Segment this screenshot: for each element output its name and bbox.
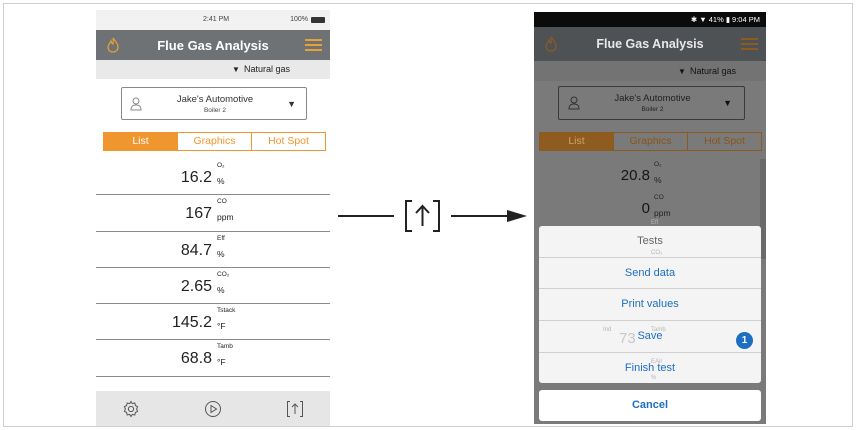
hamburger-menu-icon[interactable] bbox=[305, 39, 322, 52]
reading-row: 16.2 O₂ % bbox=[96, 159, 330, 196]
share-icon[interactable] bbox=[286, 400, 304, 418]
tab-graphics[interactable]: Graphics bbox=[613, 133, 687, 150]
gear-icon[interactable] bbox=[122, 400, 140, 418]
page-title: Flue Gas Analysis bbox=[596, 37, 704, 51]
ghost-label: % bbox=[651, 375, 657, 381]
reading-unit: ppm bbox=[654, 208, 671, 218]
sheet-title: Tests bbox=[637, 235, 663, 247]
view-tabs: List Graphics Hot Spot bbox=[103, 132, 326, 151]
customer-dropdown[interactable]: Jake's Automotive Boiler 2 ▼ bbox=[121, 87, 307, 120]
reading-param: CO₂ bbox=[217, 270, 230, 278]
reading-row: 2.65 CO₂ % bbox=[96, 268, 330, 305]
reading-unit: % bbox=[217, 248, 225, 259]
tab-list[interactable]: List bbox=[104, 133, 177, 150]
view-tabs: List Graphics Hot Spot bbox=[539, 132, 762, 151]
tests-action-sheet: Tests Send data Print values 73 Save 1 F… bbox=[539, 220, 761, 383]
triangle-down-icon: ▼ bbox=[678, 67, 686, 76]
ghost-label: Eff bbox=[651, 220, 659, 226]
triangle-down-icon: ▼ bbox=[232, 65, 240, 74]
arrow-head-icon bbox=[507, 210, 527, 222]
page-title: Flue Gas Analysis bbox=[157, 38, 269, 53]
status-time: 2:41 PM bbox=[203, 16, 230, 23]
phone-after: ✱ ▼ 41% ▮ 9:04 PM Flue Gas Analysis ▼ Na… bbox=[534, 12, 766, 424]
tab-hot-spot[interactable]: Hot Spot bbox=[687, 133, 761, 150]
reading-value: 167 bbox=[185, 205, 212, 223]
ghost-label: Tamb bbox=[651, 327, 666, 333]
bottom-toolbar bbox=[96, 391, 330, 426]
customer-location: Boiler 2 bbox=[641, 106, 664, 113]
finish-test-button[interactable]: Finish test bbox=[539, 352, 761, 383]
reading-param: Tstack bbox=[217, 307, 236, 315]
reading-unit: ppm bbox=[217, 212, 234, 223]
status-battery: 100% bbox=[290, 16, 308, 23]
customer-location: Boiler 2 bbox=[203, 107, 227, 114]
reading-param: O₂ bbox=[654, 161, 662, 168]
arrow-line-right bbox=[451, 215, 509, 217]
reading-row: 167 CO ppm bbox=[96, 195, 330, 232]
reading-value: 84.7 bbox=[180, 241, 212, 259]
reading-row: 68.8 Tamb °F bbox=[96, 340, 330, 377]
play-icon[interactable] bbox=[204, 400, 222, 418]
save-button[interactable]: Save bbox=[539, 320, 761, 351]
step-badge: 1 bbox=[736, 332, 753, 349]
tab-graphics[interactable]: Graphics bbox=[177, 133, 251, 150]
reading-row: 20.8 O₂ % bbox=[534, 159, 760, 195]
cancel-button[interactable]: Cancel bbox=[539, 390, 761, 421]
reading-param: Eff bbox=[217, 234, 225, 242]
chevron-down-icon: ▼ bbox=[723, 98, 732, 108]
reading-unit: % bbox=[217, 284, 225, 295]
phone-before: 2:41 PM 100% Flue Gas Analysis ▼ Natural… bbox=[96, 10, 330, 426]
customer-dropdown[interactable]: Jake's Automotive Boiler 2 ▼ bbox=[558, 86, 745, 120]
status-bar: 2:41 PM 100% bbox=[96, 10, 330, 30]
ghost-label: EAir bbox=[651, 359, 663, 365]
reading-param: CO bbox=[654, 194, 664, 201]
reading-value: 68.8 bbox=[180, 350, 212, 368]
reading-value: 145.2 bbox=[171, 314, 212, 332]
chevron-down-icon: ▼ bbox=[287, 99, 296, 109]
status-bar: ✱ ▼ 41% ▮ 9:04 PM bbox=[534, 12, 766, 27]
reading-param: O₂ bbox=[217, 162, 225, 169]
app-header: Flue Gas Analysis bbox=[96, 30, 330, 60]
fuel-label: Natural gas bbox=[244, 64, 291, 74]
customer-name: Jake's Automotive bbox=[176, 94, 254, 105]
print-values-button[interactable]: Print values bbox=[539, 288, 761, 319]
send-data-button[interactable]: Send data bbox=[539, 257, 761, 288]
tab-hot-spot[interactable]: Hot Spot bbox=[251, 133, 325, 150]
share-icon bbox=[405, 200, 440, 232]
app-header: Flue Gas Analysis bbox=[534, 27, 766, 61]
reading-value: 20.8 bbox=[620, 167, 650, 184]
readings-list: 16.2 O₂ % 167 CO ppm 84.7 Eff % 2.65 CO₂… bbox=[96, 159, 330, 377]
reading-param: CO bbox=[217, 198, 227, 206]
fuel-selector[interactable]: ▼ Natural gas bbox=[534, 61, 766, 81]
arrow-line-left bbox=[338, 215, 394, 217]
customer-name: Jake's Automotive bbox=[614, 93, 691, 104]
fuel-selector[interactable]: ▼ Natural gas bbox=[96, 60, 330, 79]
reading-value: 16.2 bbox=[180, 169, 212, 186]
reading-param: Tamb bbox=[217, 343, 233, 351]
reading-unit: % bbox=[654, 175, 662, 185]
reading-value: 2.65 bbox=[180, 277, 212, 295]
reading-row: 84.7 Eff % bbox=[96, 232, 330, 268]
fuel-label: Natural gas bbox=[690, 66, 737, 76]
reading-unit: °F bbox=[217, 321, 226, 332]
ghost-label: CO₂ bbox=[651, 250, 663, 256]
reading-row: 0 CO ppm bbox=[534, 192, 760, 228]
reading-value: 0 bbox=[641, 200, 650, 217]
ghost-label: Ind bbox=[603, 327, 612, 333]
status-indicators: ✱ ▼ 41% ▮ 9:04 PM bbox=[690, 15, 760, 24]
hamburger-menu-icon[interactable] bbox=[741, 38, 758, 51]
reading-row: 145.2 Tstack °F bbox=[96, 304, 330, 341]
tab-list[interactable]: List bbox=[540, 133, 613, 150]
battery-icon bbox=[311, 17, 325, 23]
reading-unit: % bbox=[217, 176, 225, 186]
reading-unit: °F bbox=[217, 357, 226, 368]
